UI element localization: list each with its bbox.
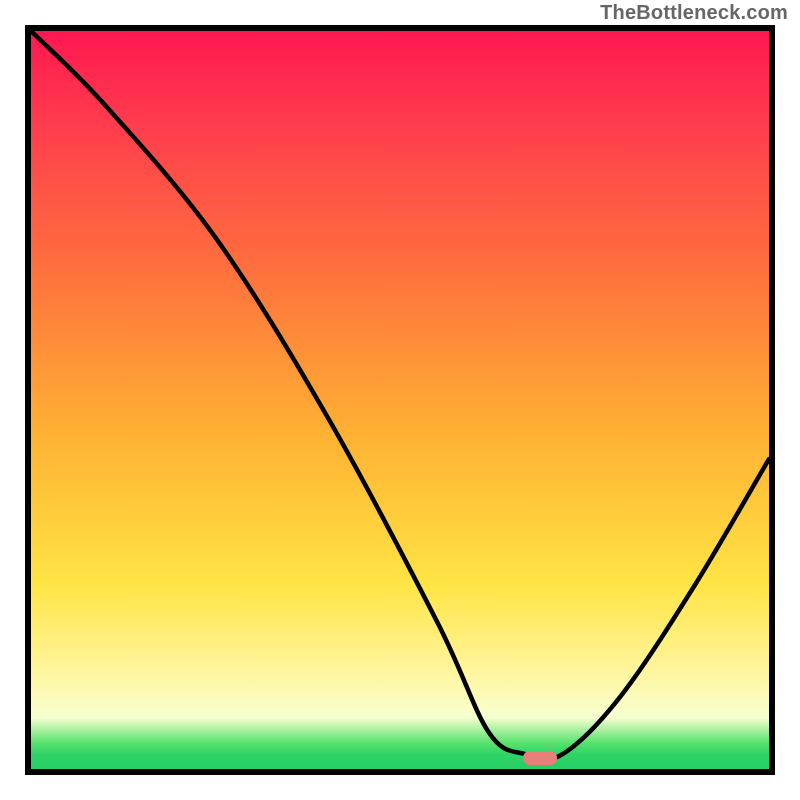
optimal-point-marker	[523, 751, 557, 765]
plot-frame	[25, 25, 775, 775]
bottleneck-curve	[31, 31, 769, 769]
watermark-text: TheBottleneck.com	[600, 2, 788, 25]
chart-stage: TheBottleneck.com	[0, 0, 800, 800]
